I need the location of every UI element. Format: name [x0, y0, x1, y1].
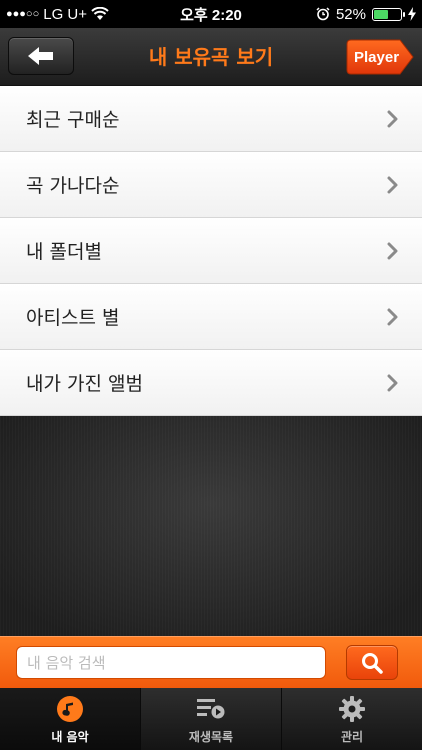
gear-icon	[337, 694, 367, 724]
back-button[interactable]	[8, 37, 74, 75]
chevron-right-icon	[387, 308, 398, 325]
battery-icon	[372, 7, 405, 21]
page-title: 내 보유곡 보기	[148, 45, 274, 69]
status-left: ●●●○○ LG U+	[6, 6, 109, 23]
search-input[interactable]	[16, 646, 326, 679]
music-note-icon	[55, 694, 85, 724]
alarm-icon	[316, 7, 330, 21]
list-item-my-albums[interactable]: 내가 가진 앨범	[0, 350, 422, 416]
list-item-by-artist[interactable]: 아티스트 별	[0, 284, 422, 350]
chevron-right-icon	[387, 242, 398, 259]
tab-settings[interactable]: 관리	[282, 688, 422, 750]
background-texture	[0, 416, 422, 636]
wifi-icon	[91, 7, 109, 20]
status-right: 52%	[316, 6, 416, 23]
playlist-icon	[196, 694, 226, 724]
tab-label: 관리	[340, 729, 364, 744]
list-item-label: 내가 가진 앨범	[26, 373, 143, 395]
tab-my-music[interactable]: 내 음악	[0, 688, 141, 750]
back-arrow-icon	[28, 47, 53, 65]
list-item-label: 내 폴더별	[26, 241, 102, 263]
list-item-label: 아티스트 별	[26, 307, 120, 329]
charging-icon	[408, 7, 416, 21]
battery-percent: 52%	[335, 5, 366, 23]
list-item-label: 곡 가나다순	[26, 175, 120, 197]
tab-bar: 내 음악 재생목록 관리	[0, 688, 422, 750]
list-item-by-folder[interactable]: 내 폴더별	[0, 218, 422, 284]
search-button[interactable]	[346, 645, 398, 680]
list-item-recent-purchase[interactable]: 최근 구매순	[0, 86, 422, 152]
search-icon	[362, 652, 383, 674]
list-item-label: 최근 구매순	[26, 109, 120, 131]
navigation-bar: 내 보유곡 보기 Player	[0, 28, 422, 86]
search-bar	[0, 636, 422, 688]
carrier-name: LG U+	[43, 5, 88, 23]
chevron-right-icon	[387, 176, 398, 193]
signal-strength-icon: ●●●○○	[6, 8, 40, 20]
player-button[interactable]: Player	[346, 39, 414, 75]
chevron-right-icon	[387, 374, 398, 391]
list-item-title-alphabetical[interactable]: 곡 가나다순	[0, 152, 422, 218]
tab-playlist[interactable]: 재생목록	[141, 688, 282, 750]
status-bar: ●●●○○ LG U+ 오후 2:20 52%	[0, 0, 422, 28]
battery-level	[374, 9, 388, 19]
player-button-label: Player	[354, 48, 400, 66]
tab-label: 재생목록	[188, 729, 234, 744]
sort-options-list: 최근 구매순 곡 가나다순 내 폴더별 아티스트 별 내가 가진 앨범	[0, 86, 422, 416]
tab-label: 내 음악	[51, 729, 89, 744]
chevron-right-icon	[387, 110, 398, 127]
